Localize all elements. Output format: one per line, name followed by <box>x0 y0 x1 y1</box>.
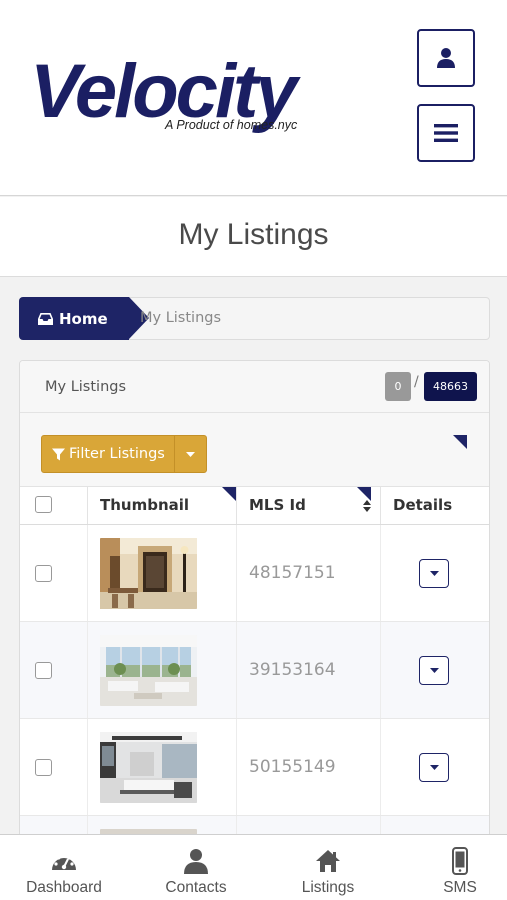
breadcrumb-current: My Listings <box>140 310 222 326</box>
toolbar-corner-marker <box>453 435 467 449</box>
listing-thumbnail-lobby[interactable] <box>100 538 197 609</box>
logo-tagline: A Product of homes.nyc <box>165 118 298 132</box>
select-all-column <box>20 487 88 524</box>
house-icon <box>316 850 340 872</box>
breadcrumb-home-label: Home <box>59 309 108 328</box>
filter-toolbar: Filter Listings <box>20 413 489 487</box>
user-profile-button[interactable] <box>417 29 475 87</box>
panel-title: My Listings <box>45 379 127 395</box>
nav-listings-label: Listings <box>301 879 355 896</box>
caret-down-icon <box>429 668 439 673</box>
title-bar: My Listings <box>0 197 507 277</box>
total-count-badge: 48663 <box>424 372 477 401</box>
kitchen-photo <box>100 732 197 803</box>
living-room-photo <box>100 635 197 706</box>
listing-thumbnail-living-room[interactable] <box>100 635 197 706</box>
menu-button[interactable] <box>417 104 475 162</box>
filter-listings-label: Filter Listings <box>69 446 165 462</box>
nav-dashboard[interactable]: Dashboard <box>18 835 110 900</box>
filter-listings-button[interactable]: Filter Listings <box>42 436 175 472</box>
table-row[interactable]: 39153164 <box>20 622 489 719</box>
bottom-navigation: Dashboard Contacts Listings SMS <box>0 834 507 900</box>
row-checkbox[interactable] <box>35 759 52 776</box>
details-dropdown-button[interactable] <box>419 753 449 782</box>
listing-thumbnail-kitchen[interactable] <box>100 732 197 803</box>
column-label-thumbnail: Thumbnail <box>100 496 190 514</box>
panel-header: My Listings 0 / 48663 <box>20 361 489 413</box>
lobby-photo <box>100 538 197 609</box>
table-row[interactable]: 48157151 <box>20 525 489 622</box>
details-dropdown-button[interactable] <box>419 656 449 685</box>
row-checkbox[interactable] <box>35 565 52 582</box>
listings-panel: My Listings 0 / 48663 Filter Listings Th… <box>19 360 490 860</box>
filter-dropdown-toggle[interactable] <box>175 436 206 472</box>
nav-listings[interactable]: Listings <box>293 835 363 900</box>
filter-listings-button-group: Filter Listings <box>41 435 207 473</box>
mls-id-value: 39153164 <box>249 660 336 680</box>
mobile-phone-icon <box>452 847 468 875</box>
caret-down-icon <box>429 571 439 576</box>
nav-contacts-label: Contacts <box>165 879 227 896</box>
row-checkbox[interactable] <box>35 662 52 679</box>
breadcrumb-home-link[interactable]: Home <box>19 297 149 340</box>
sort-icon <box>363 500 371 512</box>
velocity-logo[interactable]: Velocity A Product of homes.nyc <box>30 52 352 142</box>
table-row[interactable]: 50155149 <box>20 719 489 816</box>
details-dropdown-button[interactable] <box>419 559 449 588</box>
person-icon <box>184 849 208 874</box>
column-label-details: Details <box>393 496 453 514</box>
table-header: Thumbnail MLS Id Details <box>20 487 489 525</box>
column-header-details[interactable]: Details <box>381 487 489 524</box>
nav-contacts[interactable]: Contacts <box>156 835 236 900</box>
page-title: My Listings <box>178 218 329 251</box>
column-header-thumbnail[interactable]: Thumbnail <box>88 487 237 524</box>
caret-down-icon <box>185 451 195 457</box>
selected-count-badge: 0 <box>385 372 411 401</box>
hamburger-menu-icon <box>434 124 458 142</box>
nav-sms-label: SMS <box>443 879 477 896</box>
column-label-mls-id: MLS Id <box>249 496 306 514</box>
count-separator: / <box>414 374 419 390</box>
filter-icon <box>52 448 65 460</box>
column-header-mls-id[interactable]: MLS Id <box>237 487 381 524</box>
dashboard-gauge-icon <box>52 853 76 870</box>
mls-id-value: 50155149 <box>249 757 336 777</box>
inbox-home-icon <box>38 312 53 325</box>
nav-sms[interactable]: SMS <box>435 835 485 900</box>
app-header: Velocity A Product of homes.nyc <box>0 0 507 196</box>
column-corner-marker <box>222 487 236 501</box>
breadcrumb: Home My Listings <box>19 297 490 340</box>
mls-id-value: 48157151 <box>249 563 336 583</box>
caret-down-icon <box>429 765 439 770</box>
user-icon <box>437 48 455 68</box>
nav-dashboard-label: Dashboard <box>26 879 102 896</box>
select-all-checkbox[interactable] <box>35 496 52 513</box>
